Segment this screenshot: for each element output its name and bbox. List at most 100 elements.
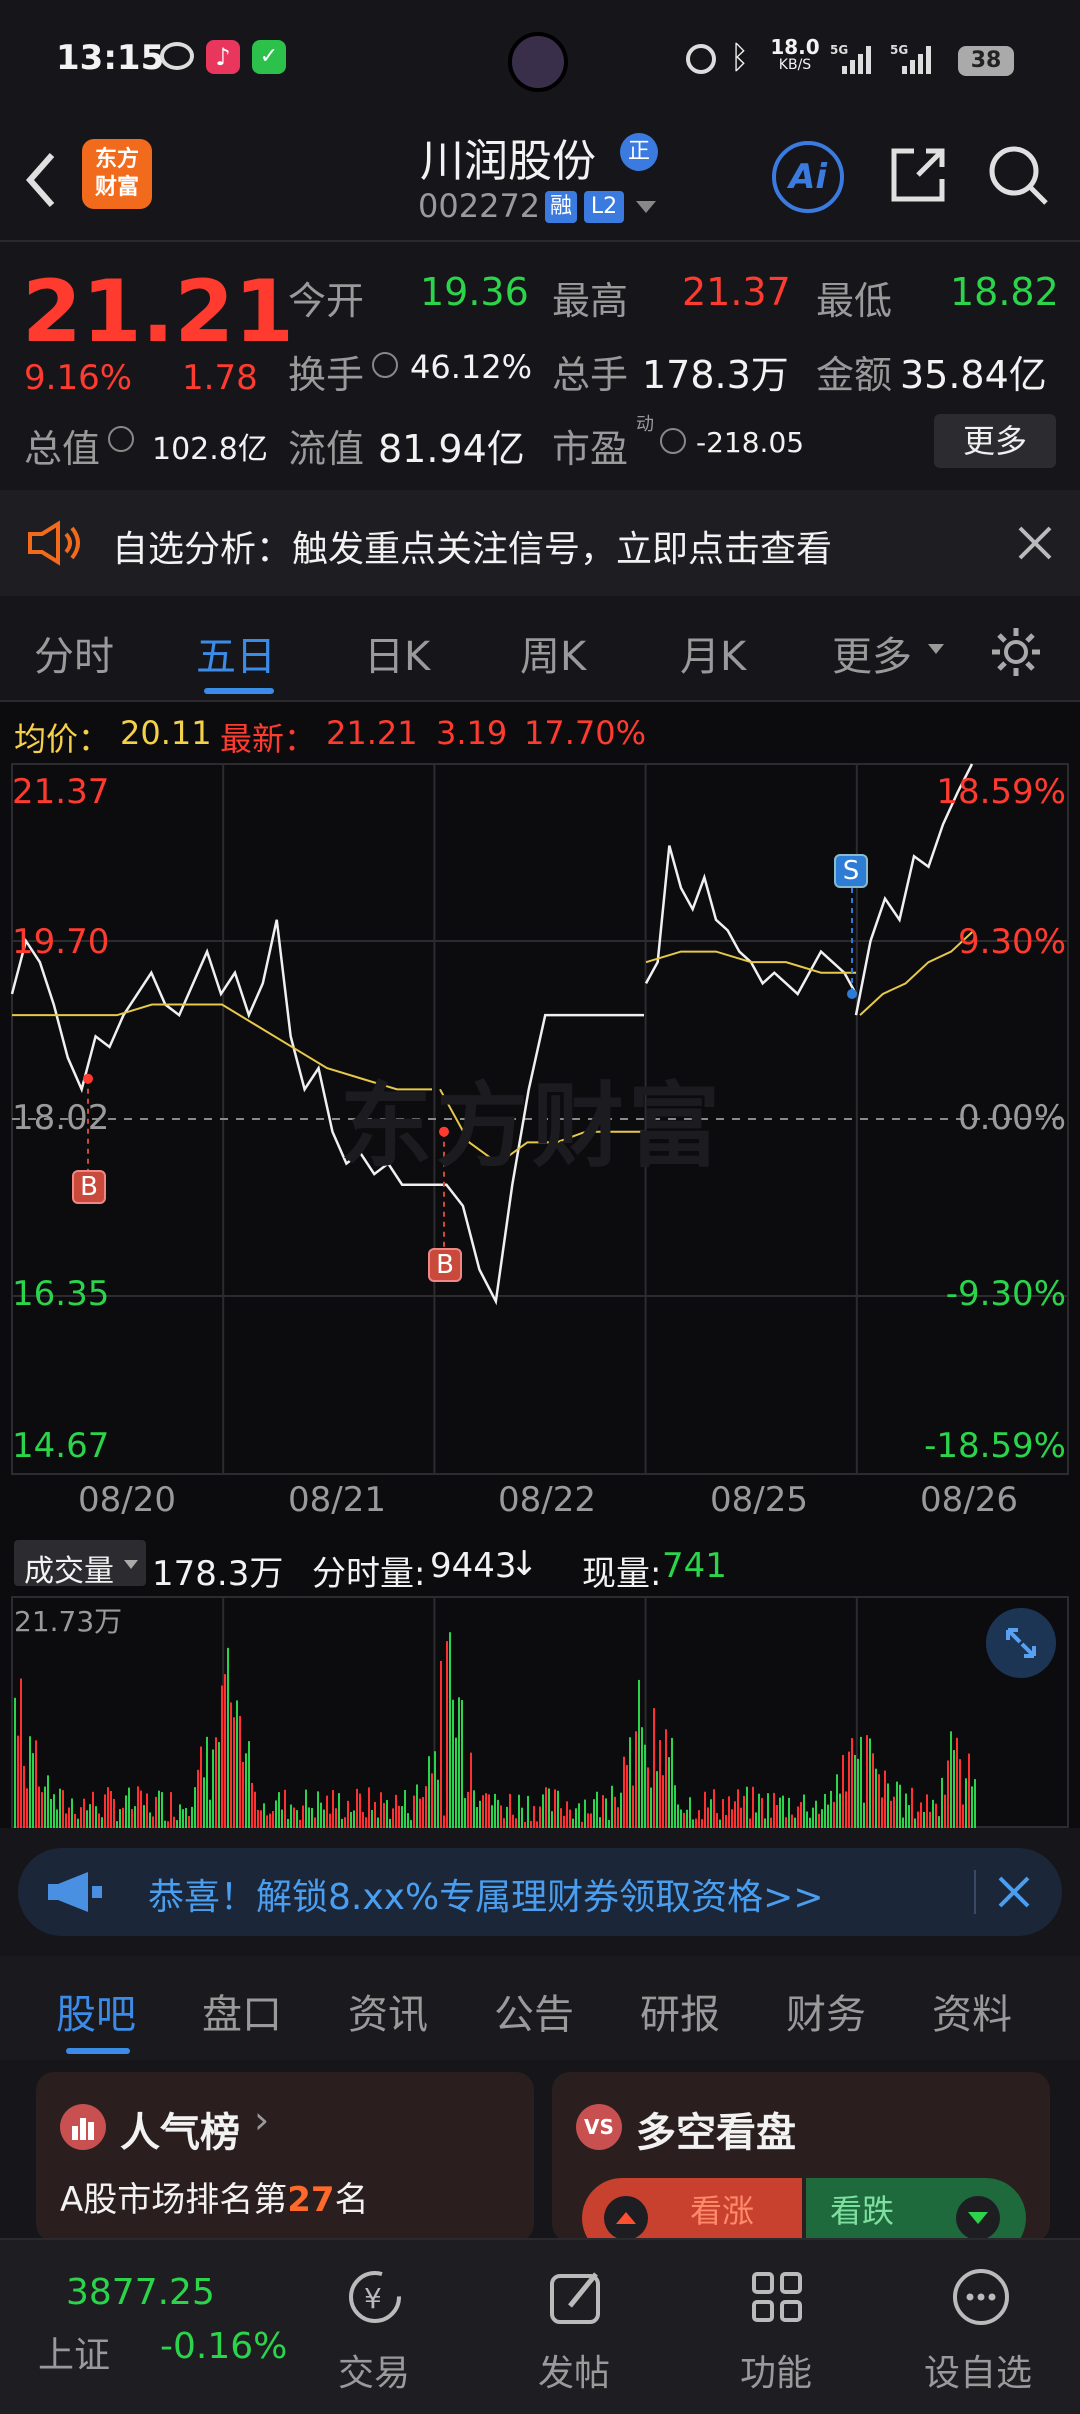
- buy-marker[interactable]: B: [72, 1170, 106, 1204]
- trade-icon[interactable]: ¥: [344, 2266, 406, 2328]
- y-left-label-1: 19.70: [12, 922, 110, 962]
- down-arrow-icon: ↓: [510, 1544, 539, 1584]
- nav-trade[interactable]: 交易: [338, 2344, 410, 2396]
- buy-marker[interactable]: B: [428, 1248, 462, 1282]
- volume-bar: [560, 1808, 562, 1828]
- tab-weekly-k[interactable]: 周K: [520, 624, 586, 682]
- settings-gear-icon[interactable]: [988, 624, 1044, 680]
- volume-bar: [32, 1753, 34, 1828]
- volume-bar: [716, 1813, 718, 1828]
- volume-bar: [734, 1801, 736, 1828]
- volume-bar: [512, 1814, 514, 1828]
- back-icon[interactable]: [20, 145, 60, 215]
- ai-button[interactable]: Ai: [772, 141, 844, 213]
- y-left-label-0: 21.37: [12, 772, 110, 812]
- bull-bear-card[interactable]: VS 多空看盘 看涨 看跌: [552, 2072, 1050, 2242]
- y-left-label-2: 18.02: [12, 1098, 110, 1138]
- tab-order-book[interactable]: 盘口: [202, 1982, 282, 2040]
- volume-chart[interactable]: 21.73万: [0, 1596, 1080, 1828]
- sell-marker[interactable]: S: [834, 854, 868, 888]
- info-icon[interactable]: [108, 426, 134, 452]
- current-volume-value: 741: [662, 1546, 727, 1586]
- volume-bar: [764, 1818, 766, 1828]
- share-icon[interactable]: [886, 143, 950, 207]
- volume-bar: [221, 1685, 223, 1828]
- tab-profile[interactable]: 资料: [932, 1982, 1012, 2040]
- nav-function[interactable]: 功能: [740, 2344, 812, 2396]
- tab-news[interactable]: 资讯: [348, 1982, 428, 2040]
- promo-banner[interactable]: 恭喜！解锁8.xx%专属理财券领取资格>>: [18, 1848, 1062, 1936]
- volume-bar: [419, 1798, 421, 1828]
- tab-more[interactable]: 更多: [832, 624, 912, 682]
- search-icon[interactable]: [986, 143, 1050, 207]
- popularity-card[interactable]: 人气榜 › A股市场排名第27名: [36, 2072, 534, 2242]
- bear-button[interactable]: 看跌: [806, 2178, 1026, 2242]
- volume-bar: [308, 1807, 310, 1828]
- tab-monthly-k[interactable]: 月K: [680, 624, 746, 682]
- nav-add-watchlist[interactable]: 设自选: [924, 2344, 1032, 2396]
- tab-five-day[interactable]: 五日: [196, 624, 276, 682]
- volume-bar: [428, 1756, 430, 1828]
- rank-prefix: A股市场排名第: [60, 2180, 288, 2220]
- close-icon[interactable]: [1016, 524, 1054, 562]
- dropdown-caret-icon[interactable]: [636, 201, 656, 213]
- nav-post[interactable]: 发帖: [538, 2344, 610, 2396]
- price-chart[interactable]: 东方财富 21.37 19.70 18.02 16.35 14.67 18.59…: [0, 762, 1080, 1532]
- volume-bar: [578, 1803, 580, 1828]
- volume-bar: [359, 1793, 361, 1828]
- tab-research[interactable]: 研报: [640, 1982, 720, 2040]
- volume-bar: [956, 1737, 958, 1828]
- tab-intraday[interactable]: 分时: [34, 624, 114, 682]
- volume-bar: [788, 1797, 790, 1828]
- volume-bar: [614, 1796, 616, 1828]
- volume-bar: [662, 1775, 664, 1828]
- y-right-label-1: 9.30%: [957, 922, 1066, 962]
- volume-bar: [872, 1753, 874, 1828]
- volume-bar: [140, 1790, 142, 1828]
- notice-bar[interactable]: 自选分析：触发重点关注信号，立即点击查看: [0, 490, 1080, 596]
- tab-finance[interactable]: 财务: [786, 1982, 866, 2040]
- volume-dropdown[interactable]: 成交量: [14, 1540, 146, 1589]
- volume-bar: [347, 1800, 349, 1828]
- info-icon[interactable]: [372, 352, 398, 378]
- more-options-icon[interactable]: [950, 2266, 1012, 2328]
- volume-bar: [572, 1818, 574, 1828]
- tab-daily-k[interactable]: 日K: [364, 624, 430, 682]
- volume-bar: [266, 1815, 268, 1828]
- volume-bar: [446, 1641, 448, 1828]
- volume-bar: [161, 1792, 163, 1828]
- y-left-label-4: 14.67: [12, 1426, 110, 1466]
- volume-bar: [440, 1660, 442, 1828]
- volume-bar: [215, 1737, 217, 1828]
- volume-bar: [851, 1738, 853, 1828]
- volume-bar: [959, 1759, 961, 1828]
- volume-bar: [812, 1807, 814, 1828]
- volume-bar: [392, 1808, 394, 1828]
- info-icon[interactable]: [660, 428, 686, 454]
- volume-bar: [710, 1799, 712, 1828]
- volume-bar: [278, 1792, 280, 1828]
- more-button[interactable]: 更多: [934, 414, 1056, 468]
- app-logo[interactable]: 东方 财富: [82, 139, 152, 209]
- notice-text: 自选分析：触发重点关注信号，立即点击查看: [112, 529, 833, 570]
- volume-bar: [92, 1791, 94, 1828]
- function-icon[interactable]: [746, 2266, 808, 2328]
- volume-bar: [71, 1798, 73, 1828]
- volume-bar: [413, 1795, 415, 1828]
- close-icon[interactable]: [994, 1872, 1034, 1912]
- bull-button[interactable]: 看涨: [582, 2178, 802, 2242]
- volume-bar: [422, 1797, 424, 1828]
- volume-bar: [557, 1790, 559, 1828]
- logo-line2: 财富: [94, 175, 139, 200]
- volume-bar: [953, 1750, 955, 1828]
- index-value[interactable]: 3877.25: [66, 2272, 215, 2313]
- tab-announcements[interactable]: 公告: [494, 1982, 574, 2040]
- post-icon[interactable]: [546, 2266, 608, 2328]
- volume-bar: [44, 1786, 46, 1828]
- volume-bar: [506, 1806, 508, 1828]
- expand-icon[interactable]: [986, 1608, 1056, 1678]
- volume-bar: [323, 1809, 325, 1828]
- tab-guba[interactable]: 股吧: [56, 1982, 136, 2040]
- volume-bar: [254, 1791, 256, 1828]
- volume-bar: [815, 1800, 817, 1828]
